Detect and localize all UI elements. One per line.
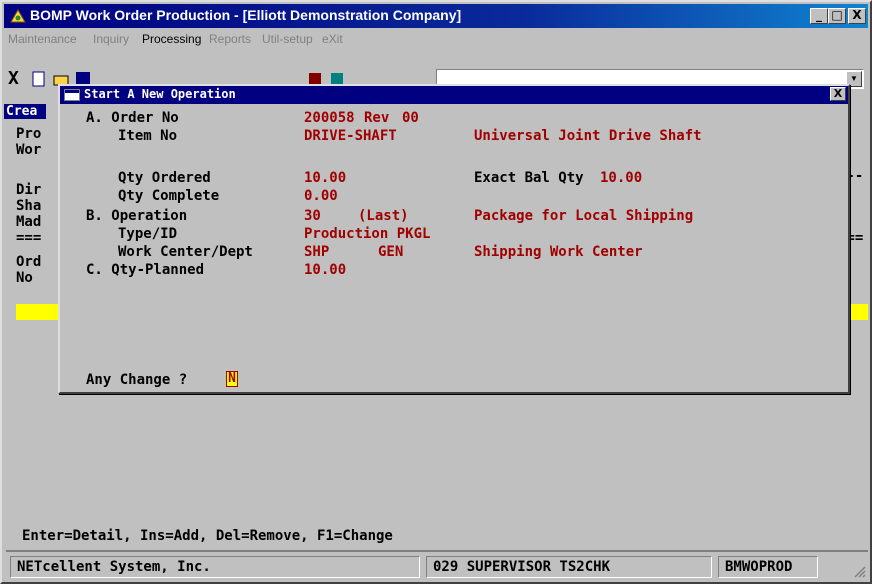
dept-value: GEN [378,244,404,260]
order-no-label: A. Order No [86,110,179,126]
exact-bal-value: 10.00 [600,170,643,186]
work-center-value: SHP [304,244,330,260]
maximize-button[interactable]: □ [828,8,846,24]
bg-label-fragment: Pro [16,126,42,142]
bg-heading-fragment: Crea [4,104,46,119]
bg-separator-fragment: === [16,230,42,246]
resize-grip-icon[interactable] [852,564,866,578]
type-id-value: Production PKGL [304,226,431,242]
operation-label: B. Operation [86,208,188,224]
help-line: Enter=Detail, Ins=Add, Del=Remove, F1=Ch… [22,528,393,544]
bg-label-fragment: Wor [16,142,42,158]
operation-last-flag: (Last) [358,208,409,224]
bg-label-fragment: No [16,270,33,286]
work-center-label: Work Center/Dept [118,244,253,260]
window-icon [64,89,80,101]
bg-label-fragment: Sha [16,198,42,214]
any-change-label: Any Change ? [86,372,188,388]
dialog-titlebar[interactable]: Start A New Operation X [60,86,848,104]
app-icon [10,9,26,23]
start-operation-dialog: Start A New Operation X A. Order No 2000… [58,84,850,394]
bg-label-fragment: Dir [16,182,42,198]
dialog-close-button[interactable]: X [830,87,846,101]
item-no-value[interactable]: DRIVE-SHAFT [304,128,397,144]
menu-bar: Maintenance Inquiry Processing Reports U… [6,30,866,50]
menu-inquiry[interactable]: Inquiry [93,32,129,46]
qty-planned-label: C. Qty-Planned [86,262,205,278]
qty-ordered-value: 10.00 [304,170,347,186]
menu-maintenance[interactable]: Maintenance [8,32,77,46]
window-title: BOMP Work Order Production - [Elliott De… [30,7,462,23]
qty-complete-value: 0.00 [304,188,338,204]
any-change-input[interactable]: N [226,371,238,387]
status-company: NETcellent System, Inc. [10,556,420,578]
order-no-value[interactable]: 200058 [304,110,355,126]
status-user: 029 SUPERVISOR TS2CHK [426,556,712,578]
qty-complete-label: Qty Complete [118,188,220,204]
operation-value[interactable]: 30 [304,208,321,224]
qty-ordered-label: Qty Ordered [118,170,211,186]
item-no-label: Item No [118,128,178,144]
menu-util-setup[interactable]: Util-setup [262,32,313,46]
menu-processing[interactable]: Processing [142,32,201,46]
menu-exit[interactable]: eXit [322,32,343,46]
rev-label: Rev [364,110,390,126]
status-bar: NETcellent System, Inc. 029 SUPERVISOR T… [6,550,868,580]
type-id-label: Type/ID [118,226,178,242]
bg-label-fragment: Mad [16,214,42,230]
window-titlebar[interactable]: BOMP Work Order Production - [Elliott De… [4,4,868,28]
menu-reports[interactable]: Reports [209,32,251,46]
exact-bal-label: Exact Bal Qty [474,170,584,186]
toolbar-close-icon[interactable]: X [8,70,26,88]
rev-value[interactable]: 00 [402,110,419,126]
dialog-title: Start A New Operation [84,87,236,101]
qty-planned-value[interactable]: 10.00 [304,262,346,278]
bg-label-fragment: Ord [16,254,42,270]
minimize-button[interactable]: _ [810,8,828,24]
status-program: BMWOPROD [718,556,818,578]
operation-description: Package for Local Shipping [474,208,694,224]
work-center-description: Shipping Work Center [474,244,643,260]
toolbar-new-icon[interactable] [30,70,48,88]
item-description: Universal Joint Drive Shaft [474,128,702,144]
app-window: BOMP Work Order Production - [Elliott De… [0,0,872,584]
close-button[interactable]: X [848,8,866,24]
